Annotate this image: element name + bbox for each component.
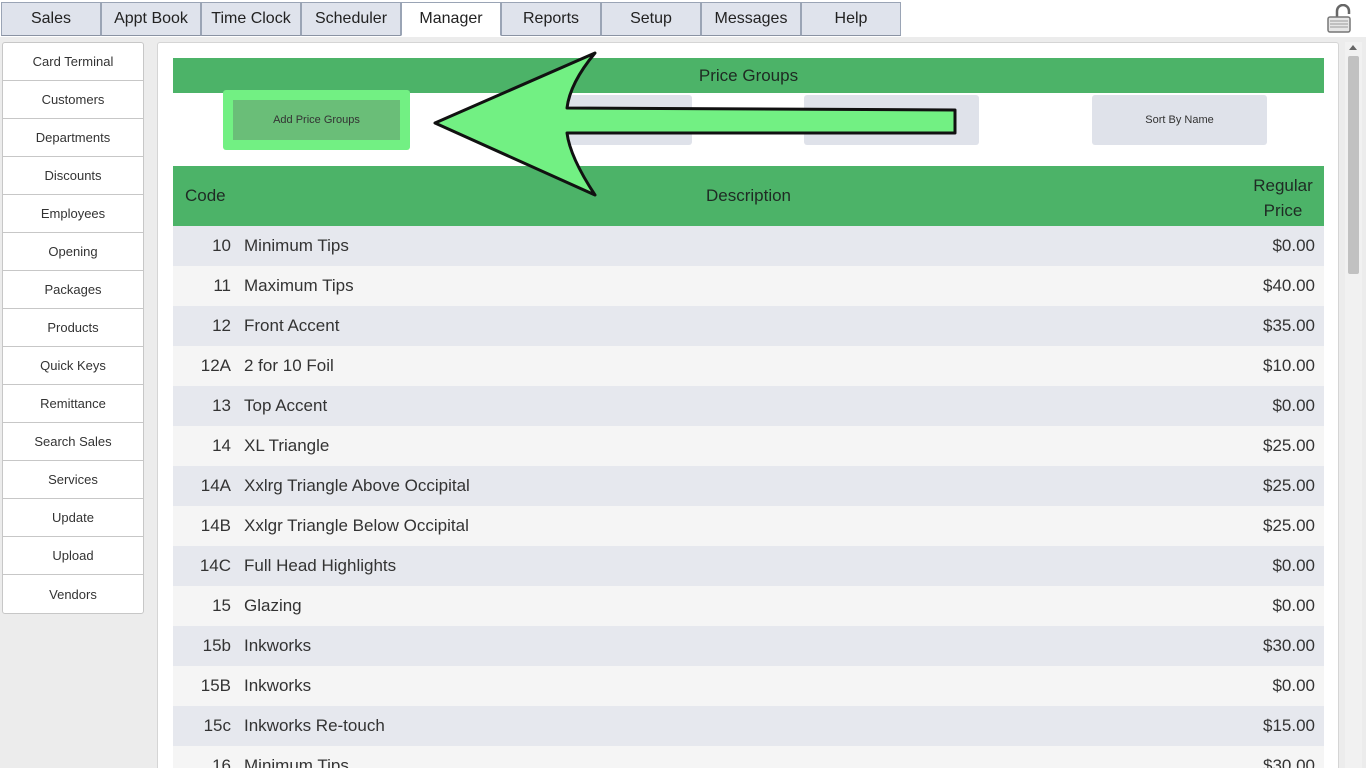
cell-price: $40.00 bbox=[1263, 276, 1315, 295]
table-row[interactable]: 13 Top Accent $0.00 bbox=[173, 386, 1324, 426]
sidebar-item-opening[interactable]: Opening bbox=[3, 233, 143, 271]
cell-description: Minimum Tips bbox=[244, 756, 349, 768]
sidebar-item-packages[interactable]: Packages bbox=[3, 271, 143, 309]
add-price-groups-highlight: Add Price Groups bbox=[223, 90, 410, 150]
cell-description: Maximum Tips bbox=[244, 276, 354, 295]
sort-by-name-button[interactable]: Sort By Name bbox=[1092, 95, 1267, 145]
arrow-left-annotation-icon bbox=[433, 51, 957, 197]
cell-description: Glazing bbox=[244, 596, 302, 615]
cell-code: 12 bbox=[212, 316, 231, 335]
cell-price: $0.00 bbox=[1272, 236, 1315, 255]
tab-manager[interactable]: Manager bbox=[401, 2, 501, 36]
cell-description: Full Head Highlights bbox=[244, 556, 397, 575]
scrollbar-thumb[interactable] bbox=[1348, 56, 1359, 274]
sidebar-item-departments[interactable]: Departments bbox=[3, 119, 143, 157]
table-row[interactable]: 10 Minimum Tips $0.00 bbox=[173, 226, 1324, 266]
cell-price: $30.00 bbox=[1263, 636, 1315, 655]
cell-code: 16 bbox=[212, 756, 231, 768]
tab-messages[interactable]: Messages bbox=[701, 2, 801, 36]
sidebar-item-employees[interactable]: Employees bbox=[3, 195, 143, 233]
table-row[interactable]: 14C Full Head Highlights $0.00 bbox=[173, 546, 1324, 586]
sidebar-item-upload[interactable]: Upload bbox=[3, 537, 143, 575]
cell-description: Inkworks bbox=[244, 636, 312, 655]
cell-code: 13 bbox=[212, 396, 231, 415]
table-body: 10 Minimum Tips $0.00 11 Maximum Tips $40.00… bbox=[173, 226, 1324, 768]
cell-price: $0.00 bbox=[1272, 396, 1315, 415]
cell-description: Top Accent bbox=[244, 396, 328, 415]
cell-price: $35.00 bbox=[1263, 316, 1315, 335]
sidebar-item-products[interactable]: Products bbox=[3, 309, 143, 347]
cell-description: Xxlrg Triangle Above Occipital bbox=[244, 476, 470, 495]
cell-description: Xxlgr Triangle Below Occipital bbox=[244, 516, 469, 535]
sidebar-item-discounts[interactable]: Discounts bbox=[3, 157, 143, 195]
tab-sales[interactable]: Sales bbox=[1, 2, 101, 36]
cell-description: Front Accent bbox=[244, 316, 340, 335]
table-row[interactable]: 14B Xxlgr Triangle Below Occipital $25.00 bbox=[173, 506, 1324, 546]
cell-price: $0.00 bbox=[1272, 556, 1315, 575]
tab-reports[interactable]: Reports bbox=[501, 2, 601, 36]
table-row[interactable]: 15c Inkworks Re-touch $15.00 bbox=[173, 706, 1324, 746]
lock-icon[interactable] bbox=[1325, 4, 1355, 34]
table-row[interactable]: 16 Minimum Tips $30.00 bbox=[173, 746, 1324, 768]
tab-setup[interactable]: Setup bbox=[601, 2, 701, 36]
top-nav-bar: Sales Appt Book Time Clock Scheduler Man… bbox=[0, 0, 1366, 37]
cell-code: 14 bbox=[212, 436, 231, 455]
table-row[interactable]: 15B Inkworks $0.00 bbox=[173, 666, 1324, 706]
sidebar-item-card-terminal[interactable]: Card Terminal bbox=[3, 43, 143, 81]
cell-description: 2 for 10 Foil bbox=[244, 356, 334, 375]
tab-strip: Sales Appt Book Time Clock Scheduler Man… bbox=[1, 2, 901, 36]
cell-code: 14B bbox=[200, 516, 231, 535]
cell-code: 15 bbox=[212, 596, 231, 615]
tab-appt-book[interactable]: Appt Book bbox=[101, 2, 201, 36]
cell-code: 14C bbox=[199, 556, 231, 575]
add-price-groups-button[interactable]: Add Price Groups bbox=[233, 100, 400, 140]
sidebar: Card Terminal Customers Departments Disc… bbox=[2, 42, 144, 614]
cell-price: $10.00 bbox=[1263, 356, 1315, 375]
header-regular-price[interactable]: Regular Price bbox=[1248, 173, 1318, 223]
cell-price: $0.00 bbox=[1272, 596, 1315, 615]
table-row[interactable]: 15b Inkworks $30.00 bbox=[173, 626, 1324, 666]
cell-code: 15b bbox=[202, 636, 231, 655]
cell-description: XL Triangle bbox=[244, 436, 330, 455]
sidebar-item-customers[interactable]: Customers bbox=[3, 81, 143, 119]
sidebar-item-remittance[interactable]: Remittance bbox=[3, 385, 143, 423]
tab-scheduler[interactable]: Scheduler bbox=[301, 2, 401, 36]
scroll-up-icon[interactable] bbox=[1349, 45, 1357, 50]
cell-price: $0.00 bbox=[1272, 676, 1315, 695]
table-row[interactable]: 12A 2 for 10 Foil $10.00 bbox=[173, 346, 1324, 386]
cell-price: $25.00 bbox=[1263, 436, 1315, 455]
table-row[interactable]: 14 XL Triangle $25.00 bbox=[173, 426, 1324, 466]
cell-description: Inkworks bbox=[244, 676, 312, 695]
cell-price: $25.00 bbox=[1263, 516, 1315, 535]
table-row[interactable]: 14A Xxlrg Triangle Above Occipital $25.00 bbox=[173, 466, 1324, 506]
cell-price: $15.00 bbox=[1263, 716, 1315, 735]
header-price-line1: Regular bbox=[1253, 176, 1313, 195]
cell-price: $30.00 bbox=[1263, 756, 1315, 768]
sidebar-item-quick-keys[interactable]: Quick Keys bbox=[3, 347, 143, 385]
cell-price: $25.00 bbox=[1263, 476, 1315, 495]
sidebar-item-vendors[interactable]: Vendors bbox=[3, 575, 143, 613]
cell-description: Minimum Tips bbox=[244, 236, 349, 255]
sidebar-item-services[interactable]: Services bbox=[3, 461, 143, 499]
table-row[interactable]: 12 Front Accent $35.00 bbox=[173, 306, 1324, 346]
cell-code: 12A bbox=[200, 356, 231, 375]
cell-code: 15B bbox=[200, 676, 231, 695]
cell-code: 15c bbox=[203, 716, 231, 735]
cell-code: 10 bbox=[212, 236, 231, 255]
header-price-line2: Price bbox=[1263, 201, 1303, 220]
cell-code: 14A bbox=[200, 476, 231, 495]
tab-time-clock[interactable]: Time Clock bbox=[201, 2, 301, 36]
cell-description: Inkworks Re-touch bbox=[244, 716, 385, 735]
tab-help[interactable]: Help bbox=[801, 2, 901, 36]
price-groups-table: Code Description Regular Price 10 Minimum… bbox=[173, 166, 1324, 768]
vertical-scrollbar[interactable] bbox=[1345, 42, 1362, 768]
sidebar-item-update[interactable]: Update bbox=[3, 499, 143, 537]
cell-code: 11 bbox=[213, 276, 231, 295]
sidebar-item-search-sales[interactable]: Search Sales bbox=[3, 423, 143, 461]
table-row[interactable]: 11 Maximum Tips $40.00 bbox=[173, 266, 1324, 306]
table-row[interactable]: 15 Glazing $0.00 bbox=[173, 586, 1324, 626]
